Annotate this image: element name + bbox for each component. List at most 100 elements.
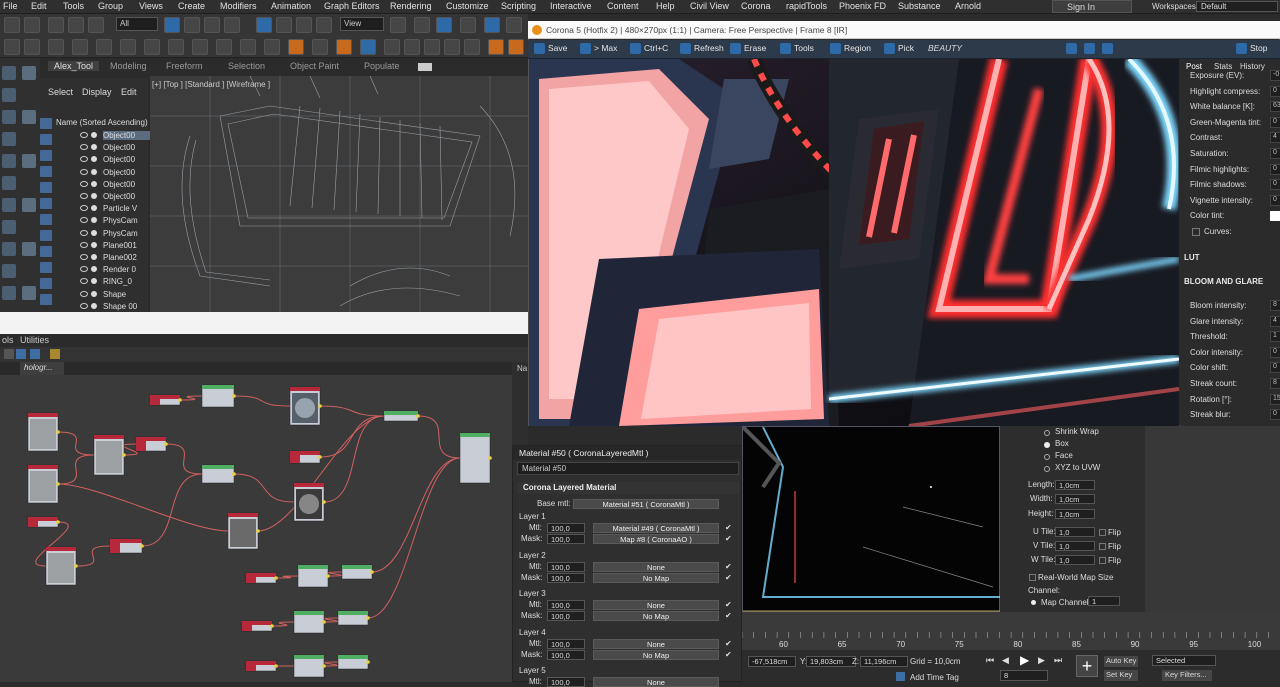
material-name-field[interactable]: Material #50 xyxy=(517,462,739,475)
vfb-save-button[interactable]: Save xyxy=(534,43,567,56)
layer-mask-checkbox[interactable]: ✔ xyxy=(725,611,733,620)
layout-children-icon[interactable] xyxy=(30,349,40,359)
timeline[interactable]: 60 65 70 75 80 85 90 95 100 xyxy=(741,612,1280,650)
visibility-eye-icon[interactable] xyxy=(80,290,88,297)
workspace-value[interactable]: Default xyxy=(1196,1,1278,12)
color-tint-swatch[interactable] xyxy=(1270,211,1280,221)
fire-icon[interactable] xyxy=(336,39,352,55)
undo-icon[interactable] xyxy=(4,17,20,33)
layer-mask-checkbox[interactable]: ✔ xyxy=(725,573,733,582)
menu-item-scripting[interactable]: Scripting xyxy=(501,1,536,11)
render-toggle-icon[interactable] xyxy=(91,168,97,175)
snaps-toggle-icon[interactable] xyxy=(436,17,452,33)
layer-explorer-icon[interactable] xyxy=(4,39,20,55)
people-icon[interactable] xyxy=(2,176,16,190)
bloom-param-spinner[interactable]: 0 xyxy=(1270,362,1280,374)
layer-mask-button[interactable]: No Map xyxy=(593,649,719,660)
menu-display[interactable]: Display xyxy=(82,87,112,97)
render-frame-icon[interactable] xyxy=(240,39,256,55)
render-toggle-icon[interactable] xyxy=(91,290,97,297)
post-param-spinner[interactable]: 0 xyxy=(1270,194,1280,206)
corona-render-icon[interactable] xyxy=(288,39,304,55)
light-filter-icon[interactable] xyxy=(40,150,52,161)
select-by-name-icon[interactable] xyxy=(184,17,200,33)
time-tag-icon[interactable] xyxy=(896,672,905,681)
select-object-icon[interactable] xyxy=(164,17,180,33)
layer-mtl-button[interactable]: None xyxy=(593,677,719,687)
layer-mtl-amount[interactable]: 100,0 xyxy=(547,638,585,649)
tab-stats[interactable]: Stats xyxy=(1214,62,1232,71)
radio-shrink-wrap[interactable] xyxy=(1044,430,1050,436)
map-channel-spinner[interactable]: 1 xyxy=(1088,596,1120,606)
material-node[interactable] xyxy=(149,394,182,406)
layer-mask-button[interactable]: Map #8 ( CoronaAO ) xyxy=(593,534,719,544)
vfb-region-button[interactable]: Region xyxy=(830,43,871,56)
post-param-spinner[interactable]: 0 xyxy=(1270,148,1280,159)
selection-lock-icon[interactable] xyxy=(414,17,430,33)
key-filters-button[interactable]: Key Filters... xyxy=(1162,670,1212,681)
visibility-eye-icon[interactable] xyxy=(80,144,88,151)
tab-tools[interactable]: ols xyxy=(2,335,14,345)
trash-icon[interactable] xyxy=(464,39,480,55)
layer-mask-amount[interactable]: 100,0 xyxy=(547,611,585,621)
material-node[interactable] xyxy=(341,564,374,580)
x-coordinate-field[interactable]: -67,518cm xyxy=(748,656,796,667)
frame-icon[interactable] xyxy=(2,286,16,300)
material-node[interactable] xyxy=(241,620,274,632)
set-key-plus-icon[interactable]: + xyxy=(1076,655,1098,677)
select-place-icon[interactable] xyxy=(316,17,332,33)
render-channel-select[interactable]: BEAUTY xyxy=(928,43,1064,56)
pivot-center-icon[interactable] xyxy=(390,17,406,33)
menu-item-file[interactable]: File xyxy=(3,1,18,11)
u-tile-spinner[interactable]: 1,0 xyxy=(1055,527,1095,537)
cloud-icon[interactable] xyxy=(2,110,16,124)
lut-section[interactable]: LUT xyxy=(1184,253,1200,262)
percent-snap-icon[interactable] xyxy=(484,17,500,33)
render-toggle-icon[interactable] xyxy=(91,266,97,273)
flower-icon[interactable] xyxy=(22,198,36,212)
vfb-tools-button[interactable]: Tools xyxy=(780,43,814,56)
sphere-icon[interactable] xyxy=(120,39,136,55)
menu-select[interactable]: Select xyxy=(48,87,73,97)
layer-mtl-checkbox[interactable]: ✔ xyxy=(725,639,733,648)
selection-filter-select[interactable]: All xyxy=(116,17,158,31)
unlink-icon[interactable] xyxy=(68,17,84,33)
render-toggle-icon[interactable] xyxy=(91,241,97,248)
tab-selection[interactable]: Selection xyxy=(228,61,265,71)
menu-item-rendering[interactable]: Rendering xyxy=(390,1,432,11)
bloom-param-spinner[interactable]: 8 xyxy=(1270,300,1280,311)
spacewarp-filter-icon[interactable] xyxy=(40,198,52,209)
previous-frame-icon[interactable]: ◀ xyxy=(1002,655,1012,665)
material-node[interactable] xyxy=(45,546,78,586)
sign-in-dropdown[interactable]: Sign In xyxy=(1052,0,1132,13)
menu-item-content[interactable]: Content xyxy=(607,1,639,11)
grid-icon[interactable] xyxy=(2,132,16,146)
layer-mask-button[interactable]: No Map xyxy=(593,611,719,621)
go-to-end-icon[interactable]: ⏭ xyxy=(1054,655,1064,665)
material-node[interactable] xyxy=(337,654,370,670)
post-param-spinner[interactable]: 0 xyxy=(1270,163,1280,175)
layered-material-rollout[interactable]: Corona Layered Material xyxy=(517,482,739,494)
bloom-param-spinner[interactable]: 0 xyxy=(1270,409,1280,421)
material-node[interactable] xyxy=(201,464,236,484)
height-spinner[interactable]: 1,0cm xyxy=(1055,509,1095,519)
tab-history[interactable]: History xyxy=(1240,62,1265,71)
layer-mtl-amount[interactable]: 100,0 xyxy=(547,561,585,572)
width-spinner[interactable]: 1,0cm xyxy=(1055,494,1095,504)
menu-item-rapidtools[interactable]: rapidTools xyxy=(786,1,827,11)
name-column-header[interactable]: Name (Sorted Ascending) xyxy=(56,118,148,127)
xref-filter-icon[interactable] xyxy=(40,230,52,241)
menu-item-customize[interactable]: Customize xyxy=(446,1,489,11)
reference-coordinate-select[interactable]: View xyxy=(340,17,384,31)
menu-item-substance[interactable]: Substance xyxy=(898,1,941,11)
hidden-filter-icon[interactable] xyxy=(40,294,52,305)
vfb-erase-button[interactable]: Erase xyxy=(730,43,766,56)
bloom-param-spinner[interactable]: 15 xyxy=(1270,393,1280,405)
menu-item-corona[interactable]: Corona xyxy=(741,1,771,11)
layer-mask-amount[interactable]: 100,0 xyxy=(547,649,585,660)
menu-item-graph-editors[interactable]: Graph Editors xyxy=(324,1,380,11)
material-node[interactable] xyxy=(245,660,278,672)
cup-icon[interactable] xyxy=(22,154,36,168)
visibility-eye-icon[interactable] xyxy=(80,205,88,212)
material-node[interactable] xyxy=(245,572,278,584)
